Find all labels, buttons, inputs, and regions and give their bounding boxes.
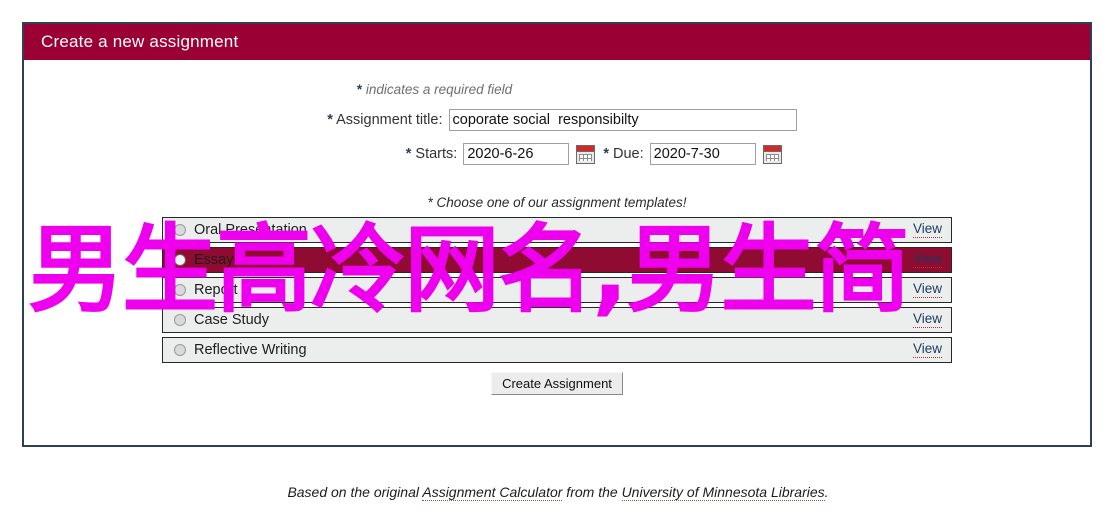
- starts-label-text: Starts:: [415, 146, 458, 162]
- radio-icon-reflective-writing[interactable]: [174, 344, 186, 356]
- footer-suffix: .: [824, 484, 829, 500]
- radio-icon-report[interactable]: [174, 284, 186, 296]
- template-label: Report: [194, 282, 238, 298]
- view-link-oral-presentation[interactable]: View: [912, 221, 942, 238]
- panel-title-bar: Create a new assignment: [24, 24, 1090, 60]
- due-date-calendar-icon[interactable]: [762, 144, 782, 164]
- required-note-text: indicates a required field: [362, 82, 513, 97]
- template-list: Oral Presentation View Essay View Report…: [162, 217, 952, 363]
- template-label: Essay: [194, 252, 234, 268]
- view-link-case-study[interactable]: View: [912, 311, 942, 328]
- templates-prompt: * Choose one of our assignment templates…: [427, 195, 687, 210]
- template-row-report[interactable]: Report View: [162, 277, 952, 303]
- template-row-oral-presentation[interactable]: Oral Presentation View: [162, 217, 952, 243]
- create-button-container: Create Assignment: [24, 372, 1090, 395]
- assignment-dates-row: * Starts: * Due:: [24, 143, 1090, 165]
- starts-label: * Starts:: [332, 146, 458, 162]
- page-title: Create a new assignment: [41, 32, 239, 51]
- assignment-calculator-link[interactable]: Assignment Calculator: [422, 484, 563, 501]
- assignment-title-input[interactable]: [448, 109, 797, 131]
- radio-icon-case-study[interactable]: [174, 314, 186, 326]
- due-date-input[interactable]: [649, 143, 756, 165]
- required-marker-title: *: [327, 112, 333, 128]
- view-link-report[interactable]: View: [912, 281, 942, 298]
- due-label: * Due:: [603, 146, 643, 162]
- required-marker-due: *: [603, 146, 609, 162]
- create-assignment-panel: Create a new assignment * indicates a re…: [22, 22, 1092, 447]
- required-marker-starts: *: [405, 146, 412, 162]
- template-row-essay[interactable]: Essay View: [162, 247, 952, 273]
- start-date-calendar-icon[interactable]: [576, 144, 596, 164]
- create-assignment-button[interactable]: Create Assignment: [491, 372, 623, 395]
- view-link-essay[interactable]: View: [912, 251, 942, 268]
- required-field-note: * indicates a required field: [24, 82, 1090, 97]
- footer-attribution: Based on the original Assignment Calcula…: [0, 484, 1116, 501]
- template-label: Case Study: [194, 312, 269, 328]
- assignment-title-label: * Assignment title:: [318, 112, 443, 128]
- start-date-input[interactable]: [463, 143, 570, 165]
- template-label: Reflective Writing: [194, 342, 307, 358]
- template-label: Oral Presentation: [194, 222, 307, 238]
- radio-icon-oral-presentation[interactable]: [174, 224, 186, 236]
- footer-prefix: Based on the original: [287, 484, 423, 500]
- view-link-reflective-writing[interactable]: View: [912, 341, 942, 358]
- template-row-reflective-writing[interactable]: Reflective Writing View: [162, 337, 952, 363]
- radio-icon-essay[interactable]: [174, 254, 186, 266]
- assignment-title-row: * Assignment title:: [24, 109, 1090, 131]
- university-libraries-link[interactable]: University of Minnesota Libraries: [621, 484, 825, 501]
- assignment-title-label-text: Assignment title:: [336, 112, 443, 128]
- due-label-text: Due:: [613, 146, 644, 162]
- footer-middle: from the: [562, 484, 622, 500]
- template-row-case-study[interactable]: Case Study View: [162, 307, 952, 333]
